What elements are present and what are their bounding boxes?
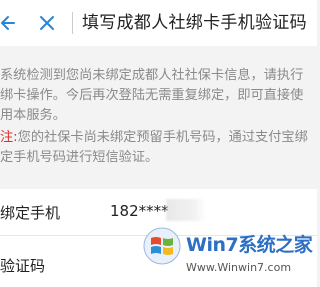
header-divider [72, 12, 73, 34]
notice-text: 系统检测到您尚未绑定成都人社社保卡信息，请执行绑卡操作。今后再次登陆无需重复绑定… [0, 68, 304, 123]
header-bar: 填写成都人社绑卡手机验证码 [0, 0, 317, 46]
code-label: 验证码 [0, 257, 46, 275]
page-title: 填写成都人社绑卡手机验证码 [82, 13, 307, 33]
watermark-brand: Win7系统之家 [186, 234, 313, 256]
back-arrow-icon[interactable] [0, 13, 18, 33]
warning-text: 您的社保卡尚未绑定预留手机号码，通过支付宝绑定手机号码进行短信验证。 [0, 130, 308, 165]
phone-label: 绑定手机 [0, 204, 61, 222]
warning-note: 注:您的社保卡尚未绑定预留手机号码，通过支付宝绑定手机号码进行短信验证。 [0, 128, 310, 168]
phone-value: 182**** [110, 202, 169, 220]
warning-label: 注: [0, 130, 18, 145]
phone-redaction-blur [166, 199, 206, 221]
close-icon[interactable] [38, 14, 56, 32]
windows-logo-icon [143, 227, 181, 265]
binding-notice: 系统检测到您尚未绑定成都人社社保卡信息，请执行绑卡操作。今后再次登陆无需重复绑定… [0, 66, 310, 168]
site-watermark: Win7系统之家 Www.Winwin7.com [142, 224, 317, 284]
watermark-url: Www.Winwin7.com [186, 261, 292, 274]
